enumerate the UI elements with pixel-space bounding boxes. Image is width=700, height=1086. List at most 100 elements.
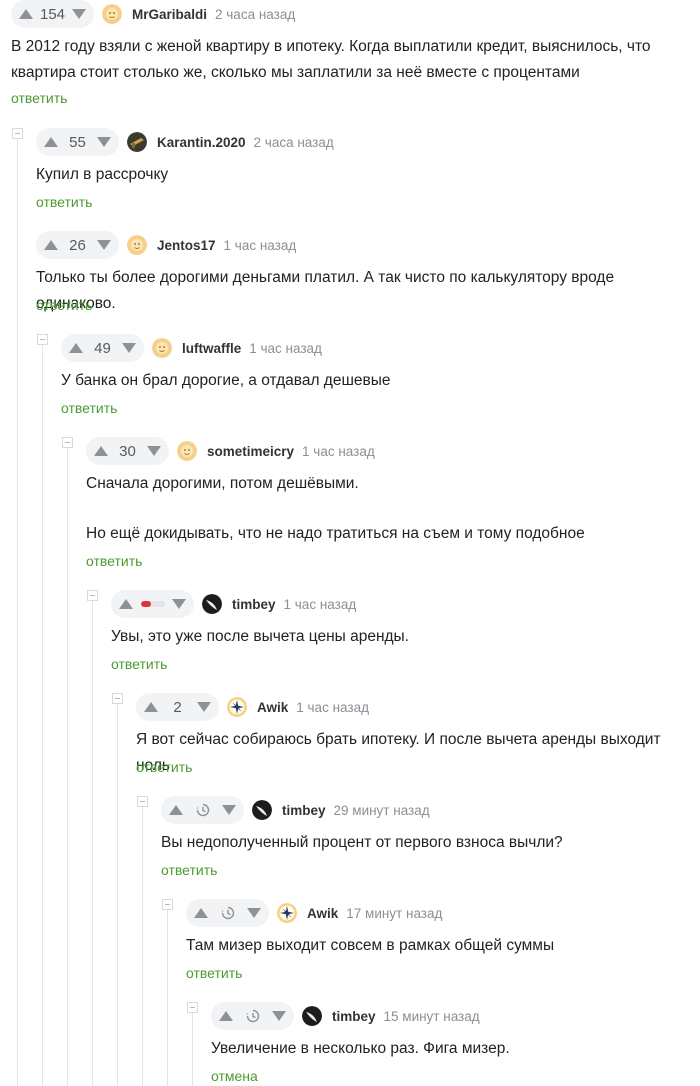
comment-author[interactable]: MrGaribaldi [132,7,207,22]
clock-icon [221,906,235,920]
compass-avatar-icon[interactable] [277,903,297,923]
rating-widget [161,796,244,824]
reply-button[interactable]: ответить [161,862,217,878]
upvote-arrow-icon[interactable] [44,238,58,252]
comment-time[interactable]: 1 час назад [224,238,297,253]
upvote-arrow-icon[interactable] [69,341,83,355]
downvote-arrow-icon[interactable] [97,135,111,149]
gun-avatar-icon[interactable] [127,132,147,152]
comment-time[interactable]: 1 час назад [296,700,369,715]
comment-time[interactable]: 2 часа назад [254,135,334,150]
collapse-thread-button[interactable] [112,693,123,704]
comment-author[interactable]: timbey [232,597,276,612]
upvote-arrow-icon[interactable] [144,700,158,714]
comment-time[interactable]: 1 час назад [249,341,322,356]
thread-line-5 [117,701,118,1086]
rating-minus-bar [140,601,165,607]
cancel-button[interactable]: отмена [211,1068,258,1084]
rating-widget: 55 [36,128,119,156]
reply-button[interactable]: ответить [186,965,242,981]
clock-icon [246,1009,260,1023]
upvote-arrow-icon[interactable] [94,444,108,458]
upvote-arrow-icon[interactable] [119,597,133,611]
clock-icon [196,803,210,817]
rating-value: 49 [94,339,111,357]
rating-value: 55 [69,133,86,151]
downvote-arrow-icon[interactable] [272,1009,286,1023]
collapse-thread-button[interactable] [62,437,73,448]
comment-author[interactable]: Karantin.2020 [157,135,246,150]
downvote-arrow-icon[interactable] [222,803,236,817]
upvote-arrow-icon[interactable] [219,1009,233,1023]
collapse-thread-button[interactable] [162,899,173,910]
reply-button[interactable]: ответить [136,759,192,775]
downvote-arrow-icon[interactable] [97,238,111,252]
upvote-arrow-icon[interactable] [194,906,208,920]
bw-avatar-icon[interactable] [302,1006,322,1026]
downvote-arrow-icon[interactable] [147,444,161,458]
upvote-arrow-icon[interactable] [169,803,183,817]
reply-button[interactable]: ответить [36,297,92,313]
comment-time[interactable]: 1 час назад [302,444,375,459]
comment-author[interactable]: Awik [257,700,288,715]
thread-line-3 [67,445,68,1086]
comment-time[interactable]: 1 час назад [284,597,357,612]
comment-time[interactable]: 17 минут назад [346,906,442,921]
reply-button[interactable]: ответить [11,90,67,106]
comment-text: Только ты более дорогими деньгами платил… [36,269,615,312]
comment-text: Там мизер выходит совсем в рамках общей … [186,937,555,954]
downvote-arrow-icon[interactable] [72,7,86,21]
downvote-arrow-icon[interactable] [122,341,136,355]
compass-avatar-icon[interactable] [227,697,247,717]
thread-line-8 [192,1010,193,1086]
collapse-thread-button[interactable] [187,1002,198,1013]
collapse-thread-button[interactable] [37,334,48,345]
collapse-thread-button[interactable] [12,128,23,139]
comment-text: Я вот сейчас собираюсь брать ипотеку. И … [136,731,661,774]
comment-author[interactable]: Jentos17 [157,238,216,253]
rating-widget [211,1002,294,1030]
comment-time[interactable]: 2 часа назад [215,7,295,22]
comment-author[interactable]: timbey [282,803,326,818]
comment-author[interactable]: sometimeicry [207,444,294,459]
upvote-arrow-icon[interactable] [19,7,33,21]
comment-time[interactable]: 15 минут назад [384,1009,480,1024]
reply-button[interactable]: ответить [111,656,167,672]
rating-widget: 154 [11,0,94,28]
reply-button[interactable]: ответить [61,400,117,416]
rating-widget: 30 [86,437,169,465]
reply-button[interactable]: ответить [86,553,142,569]
comment-text: Купил в рассрочку [36,166,169,183]
comment-time[interactable]: 29 минут назад [334,803,430,818]
bw-avatar-icon[interactable] [202,594,222,614]
comment-text: У банка он брал дорогие, а отдавал дешев… [61,372,391,389]
comment-author[interactable]: timbey [332,1009,376,1024]
rating-widget: 2 [136,693,219,721]
rating-value: 26 [69,236,86,254]
default-avatar-icon[interactable] [152,338,172,358]
collapse-thread-button[interactable] [87,590,98,601]
rating-widget [111,590,194,618]
downvote-arrow-icon[interactable] [247,906,261,920]
rating-value: 2 [173,698,182,716]
bw-avatar-icon[interactable] [252,800,272,820]
thread-line-4 [92,598,93,1086]
reply-button[interactable]: ответить [36,194,92,210]
upvote-arrow-icon[interactable] [44,135,58,149]
downvote-arrow-icon[interactable] [197,700,211,714]
comment-author[interactable]: Awik [307,906,338,921]
default-avatar-icon[interactable] [177,441,197,461]
rating-widget: 26 [36,231,119,259]
downvote-arrow-icon[interactable] [172,597,186,611]
comment-text: Сначала дорогими, потом дешёвыми. Но ещё… [86,475,585,542]
rating-value: 154 [39,5,66,23]
thread-line-2 [42,342,43,1086]
default-avatar-icon[interactable] [102,4,122,24]
comment-author[interactable]: luftwaffle [182,341,241,356]
collapse-thread-button[interactable] [137,796,148,807]
thread-line-1 [17,136,18,1086]
comment-text: Вы недополученный процент от первого взн… [161,834,563,851]
comment-text: Увеличение в несколько раз. Фига мизер. [211,1040,510,1057]
default-avatar-icon[interactable] [127,235,147,255]
thread-line-7 [167,907,168,1086]
